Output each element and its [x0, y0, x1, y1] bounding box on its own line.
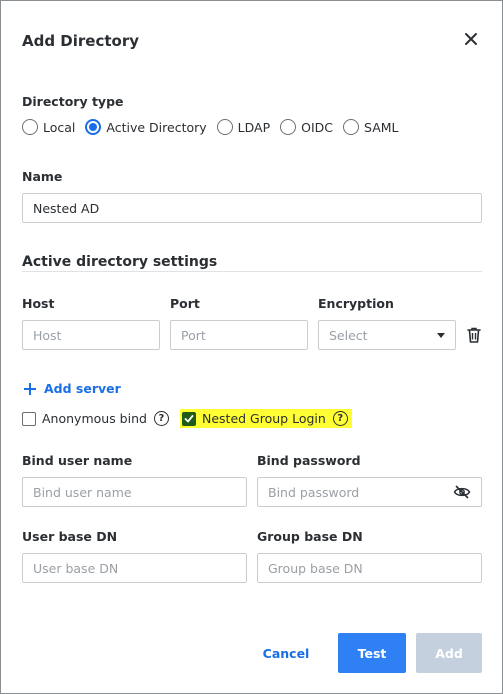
radio-active-directory-indicator: [85, 119, 102, 135]
anonymous-bind-option: Anonymous bind ?: [22, 411, 169, 426]
help-icon[interactable]: ?: [153, 411, 169, 426]
host-label: Host: [22, 296, 55, 311]
encryption-select[interactable]: Select: [318, 320, 456, 350]
bind-password-placeholder: Bind password: [268, 484, 360, 500]
radio-ldap[interactable]: LDAP: [216, 119, 271, 135]
cancel-button[interactable]: Cancel: [249, 633, 323, 673]
add-server-label: Add server: [44, 381, 121, 396]
bind-password-input[interactable]: Bind password: [257, 477, 482, 507]
group-base-dn-label: Group base DN: [257, 529, 363, 544]
name-input[interactable]: Nested AD: [22, 193, 482, 223]
port-label: Port: [170, 296, 200, 311]
group-base-dn-input[interactable]: Group base DN: [257, 553, 482, 583]
radio-saml-indicator: [343, 119, 360, 135]
checkmark-icon: [184, 414, 194, 422]
directory-type-radio-group: Local Active Directory LDAP OIDC SAML: [22, 119, 409, 135]
radio-saml[interactable]: SAML: [343, 119, 399, 135]
dialog-title: Add Directory: [22, 32, 140, 50]
encryption-select-value: Select: [329, 327, 368, 343]
radio-oidc[interactable]: OIDC: [280, 119, 333, 135]
directory-type-label: Directory type: [22, 94, 124, 109]
anonymous-bind-checkbox[interactable]: [22, 411, 36, 426]
nested-group-login-option: Nested Group Login ?: [180, 409, 352, 428]
radio-active-directory-label: Active Directory: [106, 119, 207, 135]
port-input[interactable]: Port: [170, 320, 308, 350]
name-label: Name: [22, 169, 63, 184]
nested-group-login-label: Nested Group Login: [202, 411, 326, 426]
bind-user-input[interactable]: Bind user name: [22, 477, 247, 507]
nested-group-login-checkbox[interactable]: [182, 411, 196, 426]
user-base-dn-label: User base DN: [22, 529, 118, 544]
add-directory-dialog: Add Directory Directory type Local Activ…: [0, 0, 503, 694]
section-divider: [22, 271, 482, 272]
radio-ldap-label: LDAP: [237, 119, 271, 135]
host-input[interactable]: Host: [22, 320, 160, 350]
radio-saml-label: SAML: [364, 119, 399, 135]
radio-ldap-indicator: [216, 119, 233, 135]
test-button[interactable]: Test: [338, 633, 406, 673]
add-button[interactable]: Add: [416, 633, 482, 673]
anonymous-bind-label: Anonymous bind: [42, 411, 147, 426]
radio-active-directory[interactable]: Active Directory: [85, 119, 207, 135]
radio-local-indicator: [22, 119, 38, 135]
ad-settings-heading: Active directory settings: [22, 254, 218, 270]
eye-off-icon[interactable]: [453, 485, 471, 499]
plus-icon: [24, 382, 36, 395]
user-base-dn-input[interactable]: User base DN: [22, 553, 247, 583]
help-icon[interactable]: ?: [332, 411, 348, 426]
bind-user-label: Bind user name: [22, 453, 133, 468]
bind-password-label: Bind password: [257, 453, 361, 468]
radio-local[interactable]: Local: [22, 119, 75, 135]
encryption-label: Encryption: [318, 296, 394, 311]
chevron-down-icon: [437, 332, 445, 338]
add-server-link[interactable]: Add server: [23, 381, 121, 396]
radio-oidc-indicator: [280, 119, 297, 135]
radio-local-label: Local: [43, 119, 76, 135]
trash-icon[interactable]: [466, 326, 482, 344]
radio-oidc-label: OIDC: [301, 119, 334, 135]
close-icon[interactable]: [462, 30, 480, 48]
